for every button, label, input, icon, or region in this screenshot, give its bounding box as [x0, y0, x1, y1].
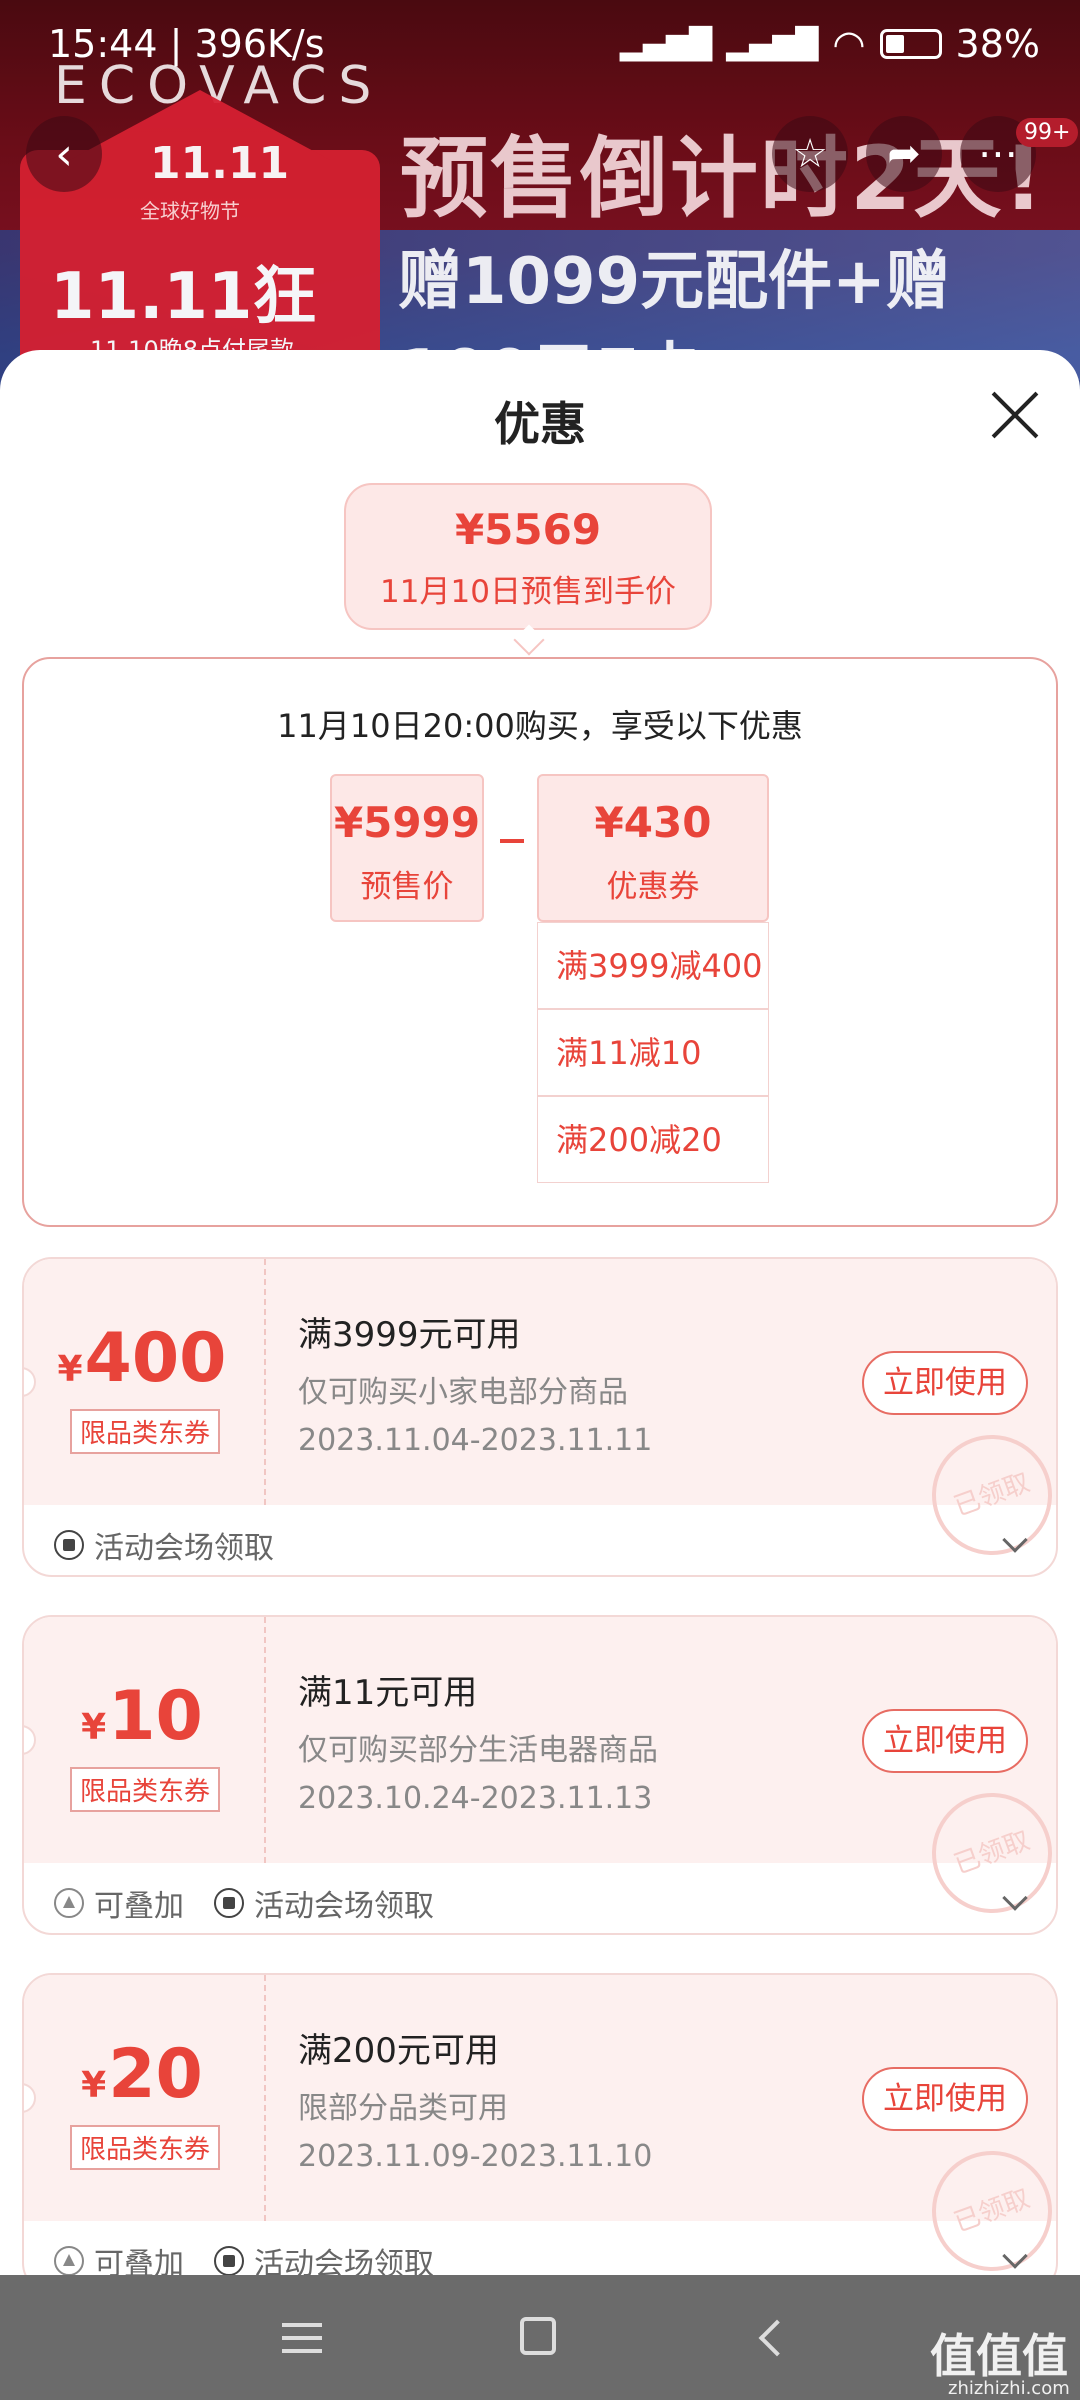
house-title: 11.11: [150, 138, 290, 189]
status-right: ▂▄▆█ ▂▄▆█ ◠ 38%: [620, 22, 1040, 66]
close-icon[interactable]: [990, 390, 1040, 440]
amount-value: 20: [108, 2035, 203, 2114]
presale-price: ¥5999: [333, 798, 481, 847]
system-nav-bar: [0, 2275, 1080, 2400]
coupon-footer[interactable]: 可叠加 活动会场领取: [24, 2221, 1056, 2275]
price-calculation: 11月10日20:00购买，享受以下优惠 ¥5999 预售价 ¥430 优惠券 …: [22, 657, 1058, 1227]
source-label: 活动会场领取: [254, 2247, 434, 2275]
watermark-url: zhizhizhi.com: [948, 2378, 1070, 2399]
venue-icon: [54, 1530, 84, 1560]
signal-icon: ▂▄▆█: [619, 26, 713, 62]
coupon-divider: [264, 1975, 266, 2221]
coupon-card: ¥10 限品类东券 满11元可用 仅可购买部分生活电器商品 2023.10.24…: [22, 1615, 1058, 1935]
stack-label: 可叠加: [94, 2247, 184, 2275]
breakdown-item: 满3999减400: [537, 922, 769, 1009]
use-now-button[interactable]: 立即使用: [862, 1351, 1028, 1415]
breakdown-item: 满200减20: [537, 1096, 769, 1183]
presale-label: 预售价: [360, 869, 454, 905]
stack-label: 可叠加: [94, 1889, 184, 1924]
use-now-button[interactable]: 立即使用: [862, 1709, 1028, 1773]
chevron-down-icon[interactable]: [1002, 1885, 1028, 1911]
venue-icon: [214, 2246, 244, 2275]
venue-icon: [214, 1888, 244, 1918]
coupon-period: 2023.10.24-2023.11.13: [298, 1781, 653, 1816]
final-price-bubble: ¥5569 11月10日预售到手价: [344, 483, 712, 656]
presale-price-box: ¥5999 预售价: [330, 774, 484, 922]
use-now-button[interactable]: 立即使用: [862, 2067, 1028, 2131]
sheet-title: 优惠: [494, 397, 586, 451]
watermark-logo: 值值值: [930, 2329, 1068, 2383]
chevron-down-icon[interactable]: [1002, 1527, 1028, 1553]
share-icon[interactable]: ➦: [866, 116, 942, 192]
home-icon[interactable]: [520, 2317, 556, 2355]
coupon-amount: ¥10: [24, 1677, 260, 1756]
signal2-icon: ▂▄▆█: [726, 26, 819, 62]
currency-symbol: ¥: [57, 1349, 83, 1390]
coupon-scope: 限部分品类可用: [298, 2091, 508, 2126]
coupon-tag: 限品类东券: [70, 2125, 221, 2170]
coupon-condition: 满200元可用: [298, 2031, 499, 2071]
coupon-card: ¥20 限品类东券 满200元可用 限部分品类可用 2023.11.09-202…: [22, 1973, 1058, 2275]
coupon-period: 2023.11.04-2023.11.11: [298, 1423, 653, 1458]
stack-info: 可叠加: [54, 2239, 184, 2275]
source-info: 活动会场领取: [214, 2239, 434, 2275]
final-price-label: 11月10日预售到手价: [380, 574, 676, 610]
chevron-down-icon[interactable]: [1002, 2243, 1028, 2269]
stackable-icon: [54, 1888, 84, 1918]
coupon-condition: 满3999元可用: [298, 1315, 521, 1355]
calc-header: 11月10日20:00购买，享受以下优惠: [277, 707, 803, 745]
wifi-icon: ◠: [832, 22, 866, 66]
coupon-footer[interactable]: 活动会场领取: [24, 1505, 1056, 1575]
source-info: 活动会场领取: [214, 1881, 434, 1925]
source-info: 活动会场领取: [54, 1523, 274, 1567]
source-label: 活动会场领取: [94, 1531, 274, 1566]
coupon-tag: 限品类东券: [70, 1409, 221, 1454]
coupon-footer[interactable]: 可叠加 活动会场领取: [24, 1863, 1056, 1933]
message-badge: 99+: [1016, 118, 1079, 147]
breakdown-item: 满11减10: [537, 1009, 769, 1096]
amount-value: 400: [84, 1319, 227, 1398]
currency-symbol: ¥: [81, 1707, 107, 1748]
nav-back-icon[interactable]: [758, 2319, 796, 2357]
banner-headline: 预售倒计时2天!: [400, 127, 1046, 230]
amount-value: 10: [108, 1677, 203, 1756]
coupon-period: 2023.11.09-2023.11.10: [298, 2139, 653, 2174]
back-icon[interactable]: ‹: [26, 116, 102, 192]
coupon-body: ¥20 限品类东券 满200元可用 限部分品类可用 2023.11.09-202…: [24, 1975, 1056, 2275]
house-sub: 全球好物节: [140, 199, 240, 223]
coupon-condition: 满11元可用: [298, 1673, 478, 1713]
battery-level: 38%: [955, 22, 1040, 66]
coupon-body: ¥10 限品类东券 满11元可用 仅可购买部分生活电器商品 2023.10.24…: [24, 1617, 1056, 1930]
final-price: ¥5569: [454, 505, 602, 554]
coupon-divider: [264, 1617, 266, 1863]
coupon-tag: 限品类东券: [70, 1767, 221, 1812]
coupon-scope: 仅可购买部分生活电器商品: [298, 1733, 658, 1768]
coupon-amount: ¥400: [24, 1319, 260, 1398]
status-bar: 15:44 | 396K/s ▂▄▆█ ▂▄▆█ ◠ 38%: [0, 0, 1080, 90]
stackable-icon: [54, 2246, 84, 2275]
menu-icon[interactable]: [282, 2323, 322, 2353]
bubble-pointer: [513, 624, 545, 656]
coupon-total-box: ¥430 优惠券: [537, 774, 769, 922]
discount-sheet: 优惠 ¥5569 11月10日预售到手价 11月10日20:00购买，享受以下优…: [0, 350, 1080, 2275]
coupon-divider: [264, 1259, 266, 1505]
status-time: 15:44 | 396K/s: [48, 22, 325, 66]
favorite-icon[interactable]: ☆: [772, 116, 848, 192]
stack-info: 可叠加: [54, 1881, 184, 1925]
coupon-card: ¥400 限品类东券 满3999元可用 仅可购买小家电部分商品 2023.11.…: [22, 1257, 1058, 1577]
currency-symbol: ¥: [81, 2065, 107, 2106]
coupon-total: ¥430: [594, 798, 712, 847]
coupon-body: ¥400 限品类东券 满3999元可用 仅可购买小家电部分商品 2023.11.…: [24, 1259, 1056, 1572]
coupon-scope: 仅可购买小家电部分商品: [298, 1375, 628, 1410]
source-label: 活动会场领取: [254, 1889, 434, 1924]
coupon-amount: ¥20: [24, 2035, 260, 2114]
minus-sign: [500, 839, 524, 843]
battery-icon: [879, 29, 942, 59]
screen: ECOVACS 预售倒计时2天! 赠1099元配件+赠100元E卡 11.11 …: [0, 0, 1080, 2400]
coupon-total-label: 优惠券: [606, 869, 700, 905]
